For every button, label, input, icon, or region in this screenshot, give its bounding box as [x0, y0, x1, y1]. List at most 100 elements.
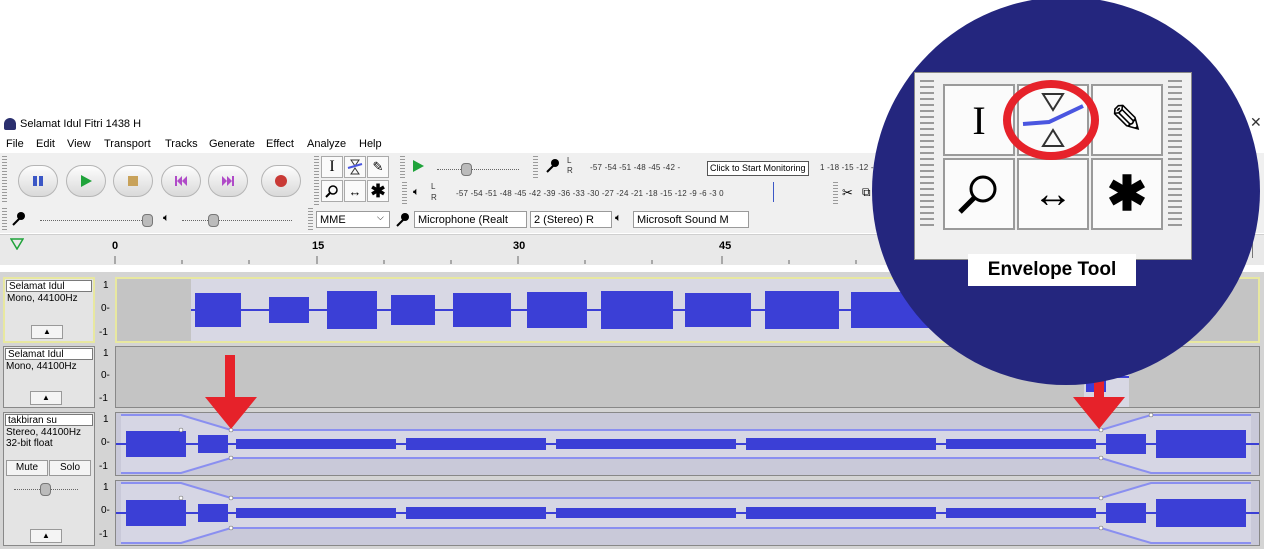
solo-button[interactable]: Solo — [49, 460, 91, 476]
track-3-name[interactable]: takbiran su — [5, 414, 93, 426]
callout-grip-right — [1168, 80, 1182, 230]
track-2-scale-mid: 0- — [101, 370, 110, 381]
menu-file[interactable]: File — [6, 138, 24, 150]
play-button[interactable] — [66, 165, 106, 197]
record-meter-R: R — [567, 166, 573, 175]
track-3-right-scale-top: 1 — [103, 482, 109, 493]
callout-label: Envelope Tool — [968, 254, 1136, 286]
track-2-collapse-button[interactable]: ▲ — [30, 391, 62, 405]
multi-tool[interactable]: ✱ — [367, 180, 389, 202]
play-volume-thumb[interactable] — [208, 214, 219, 227]
copy-icon[interactable]: ⧉ — [862, 185, 871, 200]
selection-tool[interactable]: I — [321, 156, 343, 178]
device-microphone-icon — [396, 213, 409, 227]
ruler-label-15: 15 — [312, 240, 325, 252]
track-2-name[interactable]: Selamat Idul — [5, 348, 93, 360]
track-3-right-scale-bottom: -1 — [99, 529, 108, 540]
callout-timeshift-tool: ↔ — [1017, 158, 1089, 230]
track-2-controls[interactable]: Selamat Idul Mono, 44100Hz ▲ — [3, 346, 95, 408]
menu-help[interactable]: Help — [359, 138, 382, 150]
menu-generate[interactable]: Generate — [209, 138, 255, 150]
draw-tool-icon: ✎ — [372, 159, 384, 174]
play-speed-slider[interactable] — [437, 169, 519, 170]
device-grip[interactable] — [308, 208, 313, 230]
window-title: Selamat Idul Fitri 1438 H — [20, 118, 142, 130]
tools-grip[interactable] — [314, 156, 319, 206]
track-3-right-wave-area[interactable] — [115, 480, 1260, 546]
record-meter-scale-tail: 1 -18 -15 -12 -9 — [820, 163, 879, 172]
record-meter-L: L — [567, 156, 572, 165]
record-meter-hint[interactable]: Click to Start Monitoring — [707, 161, 809, 176]
callout-zoom-tool — [943, 158, 1015, 230]
menu-analyze[interactable]: Analyze — [307, 138, 346, 150]
cut-icon[interactable]: ✂ — [842, 185, 853, 201]
menu-transport[interactable]: Transport — [104, 138, 151, 150]
skip-start-button[interactable] — [161, 165, 201, 197]
track-1-scale-bottom: -1 — [99, 327, 108, 338]
envelope-tool[interactable] — [344, 156, 366, 178]
callout-grip — [920, 80, 934, 230]
record-meter-scale: -57 -54 -51 -48 -45 -42 - — [590, 163, 681, 172]
record-volume-slider[interactable] — [40, 220, 150, 221]
mixer-grip[interactable] — [2, 208, 7, 230]
record-icon — [275, 175, 287, 187]
draw-tool[interactable]: ✎ — [367, 156, 389, 178]
menu-view[interactable]: View — [67, 138, 91, 150]
record-meter-grip[interactable] — [533, 156, 538, 178]
toolbar-grip[interactable] — [2, 156, 7, 202]
callout-draw-tool: ✎ — [1091, 84, 1163, 156]
track-1-scale-mid: 0- — [101, 303, 110, 314]
mixer-microphone-icon — [12, 212, 25, 226]
ruler-label-0: 0 — [112, 240, 119, 252]
play-at-speed-icon[interactable] — [410, 158, 426, 174]
track-1-name[interactable]: Selamat Idul — [6, 280, 92, 292]
track-1-controls[interactable]: Selamat Idul Mono, 44100Hz ▲ — [3, 277, 95, 343]
ruler-label-30: 30 — [513, 240, 526, 252]
menu-edit[interactable]: Edit — [36, 138, 55, 150]
mute-button[interactable]: Mute — [6, 460, 48, 476]
play-meter-grip[interactable] — [402, 182, 407, 204]
zoom-tool[interactable] — [321, 180, 343, 202]
recording-channels-select[interactable]: 2 (Stereo) R — [530, 211, 612, 228]
play-volume-slider[interactable] — [182, 220, 292, 221]
play-meter-scale: -57 -54 -51 -48 -45 -42 -39 -36 -33 -30 … — [456, 189, 724, 198]
callout-selection-tool-icon: I — [972, 97, 986, 143]
timeline-menu-icon[interactable] — [10, 238, 24, 250]
play-icon — [81, 175, 92, 187]
pause-icon — [33, 176, 43, 186]
recording-device-select[interactable]: Microphone (Realt — [414, 211, 527, 228]
track-2-format: Mono, 44100Hz — [6, 361, 77, 372]
envelope-tool-icon — [347, 159, 363, 175]
track-1-collapse-button[interactable]: ▲ — [31, 325, 63, 339]
audacity-icon — [4, 118, 16, 130]
record-button[interactable] — [261, 165, 301, 197]
edit-grip[interactable] — [833, 182, 838, 204]
zoom-tool-icon — [325, 185, 338, 198]
track-3-collapse-button[interactable]: ▲ — [30, 529, 62, 543]
pause-button[interactable] — [18, 165, 58, 197]
playback-device-select[interactable]: Microsoft Sound M — [633, 211, 749, 228]
stop-button[interactable] — [113, 165, 153, 197]
menu-tracks[interactable]: Tracks — [165, 138, 198, 150]
skip-end-button[interactable] — [208, 165, 248, 197]
timeshift-tool[interactable]: ↔ — [344, 180, 366, 202]
track-3-left-scale-mid: 0- — [101, 437, 110, 448]
track-2-scale-top: 1 — [103, 348, 109, 359]
track-3-right-scale-mid: 0- — [101, 505, 110, 516]
menu-effect[interactable]: Effect — [266, 138, 294, 150]
callout-multi-tool: ✱ — [1091, 158, 1163, 230]
track-3-left-scale-top: 1 — [103, 414, 109, 425]
close-icon[interactable]: ✕ — [1250, 114, 1262, 131]
microphone-icon[interactable] — [545, 158, 561, 174]
track-1-format: Mono, 44100Hz — [7, 293, 78, 304]
play-speed-grip[interactable] — [400, 156, 405, 178]
track-2-scale-bottom: -1 — [99, 393, 108, 404]
gain-thumb[interactable] — [40, 483, 51, 496]
play-speed-thumb[interactable] — [461, 163, 472, 176]
track-1-scale-top: 1 — [103, 280, 109, 291]
callout-timeshift-tool-icon: ↔ — [1033, 171, 1073, 216]
speaker-icon[interactable]: 🔈︎ — [413, 186, 420, 199]
record-volume-thumb[interactable] — [142, 214, 153, 227]
mixer-speaker-icon: 🔈︎ — [163, 212, 170, 224]
track-3-controls[interactable]: takbiran su Stereo, 44100Hz 32-bit float… — [3, 412, 95, 546]
